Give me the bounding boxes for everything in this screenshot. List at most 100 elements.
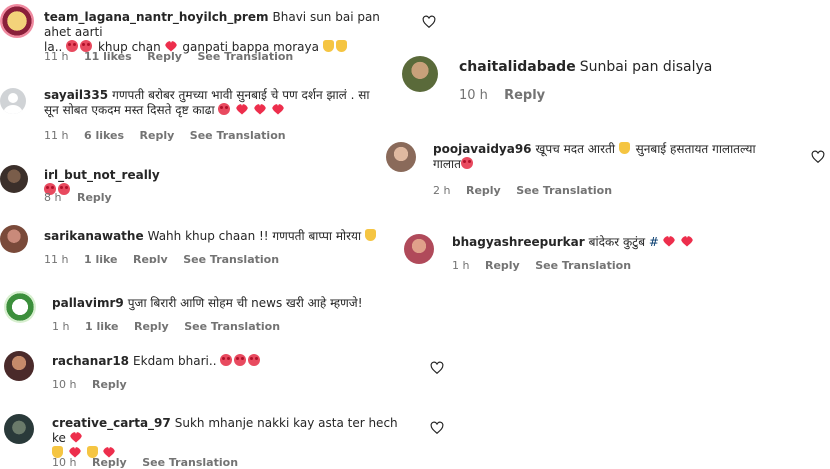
heart-emoji: [236, 104, 249, 115]
avatar[interactable]: [0, 165, 28, 193]
comment-text: गणपती बरोबर तुमच्या भावी सुनबाई चे पण दर…: [112, 88, 370, 102]
comment-time: 11 h: [44, 50, 69, 63]
see-translation-button[interactable]: See Translation: [516, 184, 612, 197]
comment-text: खूपच मदत आरती: [535, 142, 615, 156]
comment-time: 2 h: [433, 184, 451, 197]
reply-button[interactable]: Reply: [504, 88, 545, 103]
comment-body: rachanar18 Ekdam bhari..: [52, 354, 262, 369]
avatar[interactable]: [4, 351, 34, 381]
comment-meta: 10 h Reply: [459, 88, 557, 103]
reply-button[interactable]: Reply: [92, 378, 127, 391]
comment-meta: 11 h 6 likes Reply See Translation: [44, 129, 298, 142]
comment-likes[interactable]: 1 like: [85, 320, 119, 333]
comment-time: 10 h: [52, 378, 77, 391]
heart-eyes-emoji: [234, 354, 247, 366]
comment-likes[interactable]: 11 likes: [84, 50, 132, 63]
comment-meta: 10 h Reply See Translation: [52, 456, 250, 469]
comment-body: sarikanawathe Wahh khup chaan !! गणपती बा…: [44, 229, 378, 244]
see-translation-button[interactable]: See Translation: [142, 456, 238, 469]
comment-meta: 10 h Reply: [52, 378, 139, 391]
reply-button[interactable]: Reply: [134, 320, 169, 333]
comment-meta: 11 h 1 like Reply See Translation: [44, 253, 291, 263]
folded-hands-emoji: [335, 40, 347, 52]
reply-button[interactable]: Reply: [133, 253, 168, 263]
see-translation-button[interactable]: See Translation: [535, 259, 631, 272]
see-translation-button[interactable]: See Translation: [190, 129, 286, 142]
comment-text: Wahh khup chaan !! गणपती बाप्पा मोरया: [147, 229, 362, 243]
comment-text-cont: सून सोबत एकदम मस्त दिसते दृष्ट काढा: [44, 103, 215, 117]
comment-time: 10 h: [459, 88, 488, 103]
comment-time: 11 h: [44, 253, 69, 263]
heart-eyes-emoji: [218, 103, 231, 115]
heart-emoji: [271, 104, 284, 115]
comment-username[interactable]: poojavaidya96: [433, 142, 532, 156]
comment-username[interactable]: irl_but_not_really: [44, 168, 160, 182]
folded-hands-emoji: [364, 229, 376, 241]
comment-text: Sunbai pan disalya: [579, 59, 713, 75]
avatar[interactable]: [402, 56, 438, 92]
reply-button[interactable]: Reply: [485, 259, 520, 272]
heart-emoji: [680, 236, 693, 247]
comment-text-cont: सुनबाई हसतायत गालातल्या: [635, 142, 756, 156]
heart-eyes-emoji: [220, 354, 233, 366]
comment-body: creative_carta_97 Sukh mhanje nakki kay a…: [52, 416, 412, 461]
reply-button[interactable]: Reply: [77, 191, 112, 204]
see-translation-button[interactable]: See Translation: [197, 50, 293, 63]
comment-body: pallavimr9 पुजा बिरारी आणि सोहम ची news ख…: [52, 296, 363, 311]
comment-body: team_lagana_nantr_hoyilch_prem Bhavi sun …: [44, 10, 394, 55]
heart-eyes-emoji: [460, 157, 473, 169]
comment-meta: 11 h 11 likes Reply See Translation: [44, 50, 305, 63]
comment-meta: 1 h 1 like Reply See Translation: [52, 320, 292, 333]
reply-button[interactable]: Reply: [147, 50, 182, 63]
heart-emoji: [254, 104, 267, 115]
comment-text-cont2: गालात: [433, 157, 461, 171]
comment-username[interactable]: sayail335: [44, 88, 108, 102]
avatar[interactable]: [4, 414, 34, 444]
heart-outline-icon[interactable]: [811, 150, 825, 164]
comment-meta: 8 h Reply: [44, 191, 124, 204]
comment-text: पुजा बिरारी आणि सोहम ची news खरी आहे म्ह…: [127, 296, 363, 310]
heart-emoji: [69, 432, 82, 443]
comment-text: बांदेकर कुटुंब: [588, 235, 646, 249]
avatar[interactable]: [0, 4, 34, 38]
comment-username[interactable]: creative_carta_97: [52, 416, 171, 430]
comment-time: 10 h: [52, 456, 77, 469]
comment-body: bhagyashreepurkar बांदेकर कुटुंब #: [452, 235, 695, 250]
comment-time: 1 h: [452, 259, 470, 272]
heart-eyes-emoji: [248, 354, 261, 366]
heart-outline-icon[interactable]: [422, 15, 436, 29]
reply-button[interactable]: Reply: [140, 129, 175, 142]
comment-meta: 2 h Reply See Translation: [433, 184, 624, 197]
comment-body: sayail335 गणपती बरोबर तुमच्या भावी सुनबाई…: [44, 88, 402, 118]
comment-likes[interactable]: 6 likes: [84, 129, 124, 142]
avatar[interactable]: [0, 225, 28, 253]
comment-likes[interactable]: 1 like: [84, 253, 118, 263]
comment-username[interactable]: pallavimr9: [52, 296, 124, 310]
comment-body: poojavaidya96 खूपच मदत आरती सुनबाई हसतायत…: [433, 142, 813, 172]
comment-time: 8 h: [44, 191, 62, 204]
default-avatar-icon[interactable]: [0, 88, 26, 114]
comment-username[interactable]: sarikanawathe: [44, 229, 144, 243]
comment-time: 11 h: [44, 129, 69, 142]
comment-text: Ekdam bhari..: [133, 354, 217, 368]
comment-body: chaitalidabade Sunbai pan disalya: [459, 58, 712, 76]
see-translation-button[interactable]: See Translation: [184, 320, 280, 333]
comment-username[interactable]: rachanar18: [52, 354, 129, 368]
reply-button[interactable]: Reply: [466, 184, 501, 197]
reply-button[interactable]: Reply: [92, 456, 127, 469]
avatar[interactable]: [386, 142, 416, 172]
folded-hands-emoji: [322, 40, 334, 52]
heart-outline-icon[interactable]: [430, 361, 444, 375]
see-translation-button[interactable]: See Translation: [183, 253, 279, 263]
heart-emoji: [662, 236, 675, 247]
comment-meta: 1 h Reply See Translation: [452, 259, 643, 272]
comment-time: 1 h: [52, 320, 70, 333]
comment-username[interactable]: bhagyashreepurkar: [452, 235, 585, 249]
hashtag-link[interactable]: #: [649, 235, 659, 249]
heart-outline-icon[interactable]: [430, 421, 444, 435]
avatar[interactable]: [404, 234, 434, 264]
comment-username[interactable]: team_lagana_nantr_hoyilch_prem: [44, 10, 269, 24]
avatar[interactable]: [4, 291, 36, 323]
folded-hands-emoji: [618, 142, 630, 154]
comment-username[interactable]: chaitalidabade: [459, 59, 576, 75]
